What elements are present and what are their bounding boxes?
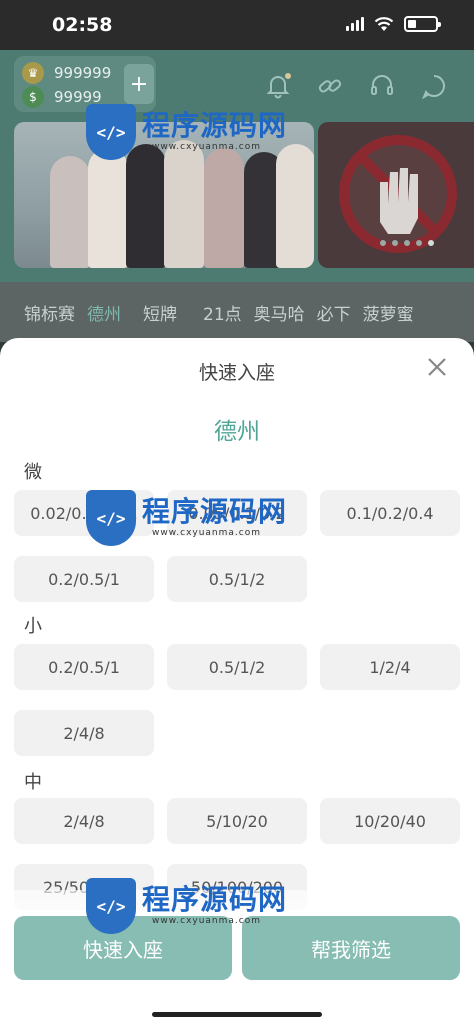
- bell-icon[interactable]: [264, 72, 292, 100]
- game-name: 德州: [214, 419, 260, 445]
- tab-omaha[interactable]: 奥马哈: [248, 300, 311, 325]
- chat-icon[interactable]: [420, 72, 448, 100]
- tab-must-bet[interactable]: 必下: [311, 300, 357, 325]
- silver-coin-balance: 99999: [54, 88, 102, 106]
- tab-tournament[interactable]: 锦标赛: [18, 300, 81, 325]
- stake-button[interactable]: 0.5/1/2: [167, 556, 307, 602]
- promo-banner[interactable]: [14, 122, 314, 268]
- tab-pineapple[interactable]: 菠萝蜜: [357, 300, 420, 325]
- gold-coin-balance: 999999: [54, 64, 112, 82]
- stake-button[interactable]: 0.2/0.5/1: [14, 556, 154, 602]
- sheet-title: 快速入座: [198, 362, 275, 384]
- tab-blackjack[interactable]: 21点: [197, 300, 248, 325]
- promo-banner-secondary[interactable]: [318, 122, 474, 268]
- gold-coin-icon: ♛: [22, 62, 44, 84]
- stake-button[interactable]: 0.02/0.05/0.1: [14, 490, 154, 536]
- stake-button[interactable]: 5/10/20: [167, 798, 307, 844]
- stake-button[interactable]: 0.5/1/2: [167, 644, 307, 690]
- stake-button[interactable]: 2/4/8: [14, 798, 154, 844]
- stake-button[interactable]: 0.1/0.2/0.4: [320, 490, 460, 536]
- home-indicator[interactable]: [152, 1012, 322, 1017]
- game-tabs: 锦标赛 德州 短牌 21点 奥马哈 必下 菠萝蜜: [0, 282, 474, 342]
- stake-button[interactable]: 10/20/40: [320, 798, 460, 844]
- cellular-signal-icon: [346, 17, 364, 31]
- link-icon[interactable]: [316, 72, 344, 100]
- tab-texas[interactable]: 德州: [81, 300, 127, 341]
- close-icon[interactable]: [424, 354, 450, 380]
- wifi-icon: [374, 17, 394, 31]
- silver-coin-icon: $: [22, 86, 44, 108]
- group-label-medium: 中: [24, 772, 42, 793]
- quick-seat-sheet: 快速入座 德州 微 0.02/0.05/0.1 0.05/0.1/0.2 0.1…: [0, 338, 474, 1024]
- banner-pagination: [380, 240, 434, 246]
- tab-short-deck[interactable]: 短牌: [137, 300, 183, 325]
- stop-hand-icon: [339, 135, 457, 253]
- stake-button[interactable]: 1/2/4: [320, 644, 460, 690]
- headset-icon[interactable]: [368, 72, 396, 100]
- add-currency-button[interactable]: +: [124, 64, 154, 104]
- group-label-small: 小: [24, 616, 42, 637]
- battery-icon: [404, 16, 441, 32]
- stake-button[interactable]: 2/4/8: [14, 710, 154, 756]
- status-icons: [346, 16, 441, 32]
- status-time: 02:58: [52, 14, 113, 36]
- quick-seat-button[interactable]: 快速入座: [14, 916, 232, 980]
- filter-button[interactable]: 帮我筛选: [242, 916, 460, 980]
- group-label-micro: 微: [24, 462, 42, 483]
- stake-button[interactable]: 0.05/0.1/0.2: [167, 490, 307, 536]
- stake-button[interactable]: 0.2/0.5/1: [14, 644, 154, 690]
- status-bar: 02:58: [0, 0, 474, 50]
